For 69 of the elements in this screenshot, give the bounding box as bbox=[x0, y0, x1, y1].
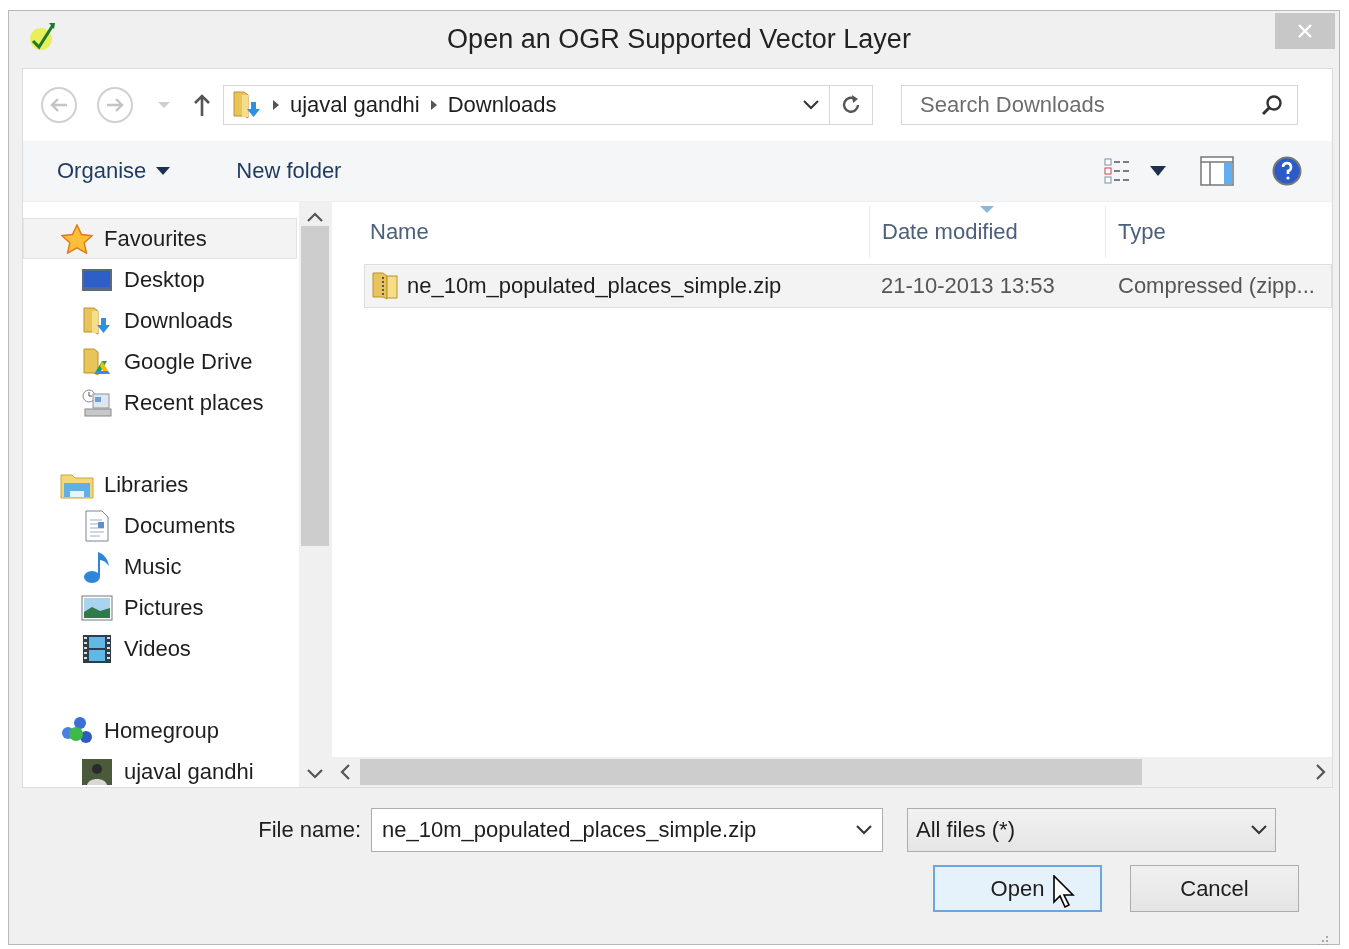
sidebar-item[interactable]: ujaval gandhi bbox=[23, 751, 297, 787]
chevron-right-icon[interactable] bbox=[429, 99, 438, 111]
file-name-field[interactable]: ne_10m_populated_places_simple.zip bbox=[371, 808, 883, 852]
sidebar-item[interactable]: Recent places bbox=[23, 382, 297, 423]
monitor-icon bbox=[81, 267, 113, 292]
sidebar-item[interactable]: Videos bbox=[23, 628, 297, 669]
chevron-right-icon[interactable] bbox=[1316, 764, 1326, 780]
toolbar-button[interactable]: Organise bbox=[57, 158, 171, 184]
star-icon bbox=[61, 223, 93, 254]
sidebar-item[interactable]: Homegroup bbox=[23, 710, 297, 751]
toolbar-button[interactable]: New folder bbox=[236, 158, 342, 184]
chevron-down-icon[interactable] bbox=[803, 100, 819, 110]
sort-arrow-icon bbox=[980, 206, 994, 213]
chevron-left-icon[interactable] bbox=[340, 764, 350, 780]
dialog-button[interactable]: Cancel bbox=[1130, 865, 1299, 912]
chevron-down-icon[interactable] bbox=[856, 825, 872, 835]
forward-arrow-icon bbox=[105, 97, 125, 113]
resize-grip-icon[interactable] bbox=[1315, 934, 1329, 945]
back-arrow-icon bbox=[49, 97, 69, 113]
homegroup-icon bbox=[60, 715, 94, 746]
address-bar[interactable]: ujaval gandhi Downloads bbox=[223, 85, 873, 125]
help-icon[interactable] bbox=[1272, 156, 1302, 186]
folder-download-icon bbox=[232, 90, 262, 120]
user-avatar-icon bbox=[82, 758, 112, 785]
column-header[interactable]: Name bbox=[332, 206, 870, 258]
window-title: Open an OGR Supported Vector Layer bbox=[447, 24, 911, 55]
up-arrow-icon[interactable] bbox=[193, 93, 211, 117]
search-field[interactable]: Search Downloads bbox=[901, 85, 1298, 125]
field-label: File name: bbox=[257, 817, 362, 843]
preview-pane-icon[interactable] bbox=[1200, 156, 1234, 186]
horizontal-scrollbar[interactable] bbox=[332, 757, 1332, 787]
vertical-scrollbar[interactable] bbox=[299, 202, 331, 787]
breadcrumb[interactable]: Downloads bbox=[447, 92, 557, 118]
sidebar-item[interactable]: Documents bbox=[23, 505, 297, 546]
column-header[interactable]: Type bbox=[1106, 206, 1332, 258]
recent-places-icon bbox=[81, 387, 113, 418]
chevron-down-icon[interactable] bbox=[307, 769, 323, 779]
file-row[interactable]: ne_10m_populated_places_simple.zip 21-10-2013 13:53 Compressed (zipp... bbox=[364, 264, 1332, 308]
mouse-pointer-icon bbox=[1053, 875, 1075, 909]
zip-folder-icon bbox=[371, 271, 399, 301]
picture-icon bbox=[81, 594, 113, 621]
close-icon bbox=[1296, 22, 1314, 40]
chevron-down-icon bbox=[1251, 825, 1267, 835]
column-header[interactable]: Date modified bbox=[870, 206, 1106, 258]
search-input[interactable]: Search Downloads bbox=[918, 91, 1261, 119]
sidebar-item[interactable]: Pictures bbox=[23, 587, 297, 628]
sidebar-item[interactable]: Desktop bbox=[23, 259, 297, 300]
sidebar-item[interactable]: Google Drive bbox=[23, 341, 297, 382]
table-cell-text: 21-10-2013 13:53 bbox=[880, 273, 1056, 299]
folder-download-icon bbox=[82, 305, 112, 336]
dialog-button[interactable]: Open bbox=[933, 865, 1102, 912]
caret-icon[interactable] bbox=[1150, 166, 1166, 176]
folder-drive-icon bbox=[82, 346, 112, 377]
chevron-up-icon[interactable] bbox=[307, 212, 323, 222]
music-note-icon bbox=[83, 549, 111, 584]
chevron-right-icon[interactable] bbox=[272, 99, 280, 111]
sidebar-item[interactable]: Favourites bbox=[23, 218, 297, 259]
document-icon bbox=[84, 509, 110, 542]
search-icon bbox=[1261, 94, 1283, 116]
sidebar-item[interactable]: Libraries bbox=[23, 464, 297, 505]
breadcrumb[interactable]: ujaval gandhi bbox=[290, 92, 420, 118]
sidebar-item[interactable]: Music bbox=[23, 546, 297, 587]
app-logo-icon bbox=[27, 21, 57, 53]
table-cell-text: Compressed (zipp... bbox=[1117, 273, 1316, 299]
file-name: ne_10m_populated_places_simple.zip bbox=[407, 273, 782, 299]
refresh-icon[interactable] bbox=[840, 94, 862, 116]
file-type-dropdown[interactable]: All files (*) bbox=[907, 808, 1276, 852]
sidebar-item[interactable]: Downloads bbox=[23, 300, 297, 341]
film-icon bbox=[82, 633, 112, 664]
